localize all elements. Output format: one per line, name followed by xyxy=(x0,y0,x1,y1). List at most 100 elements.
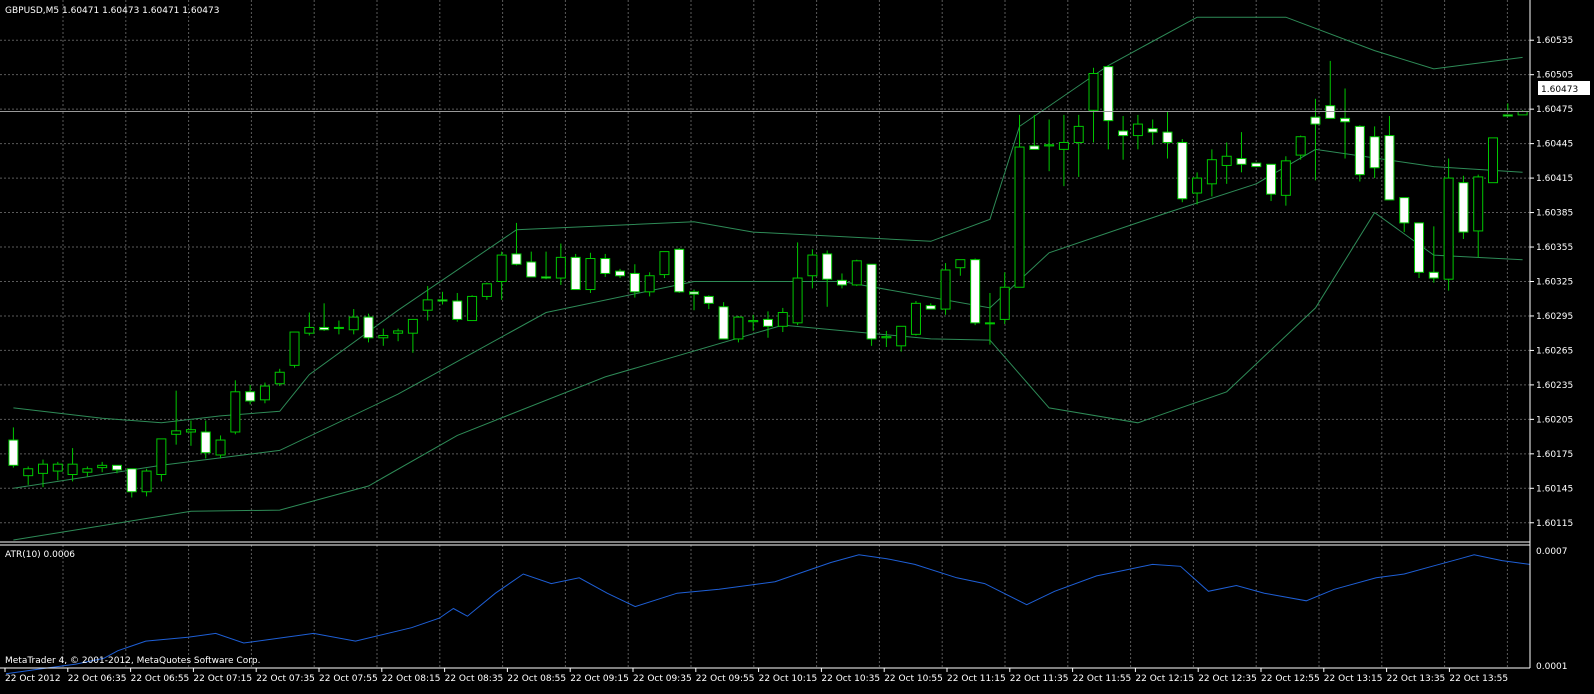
candle-body xyxy=(615,270,626,277)
candle-body xyxy=(763,318,773,327)
time-tick-label: 22 Oct 10:15 xyxy=(759,674,818,684)
candle-body xyxy=(126,468,137,493)
candle-body xyxy=(836,279,847,286)
candle-body xyxy=(555,256,566,279)
time-tick-label: 22 Oct 12:35 xyxy=(1198,674,1257,684)
price-tick-label: 1.60535 xyxy=(1536,36,1573,46)
candle-body xyxy=(1428,271,1439,279)
candle-body xyxy=(822,253,833,280)
time-tick-label: 22 Oct 06:35 xyxy=(68,674,127,684)
candle-body xyxy=(999,286,1010,320)
candle-body xyxy=(910,302,921,335)
atr-tick-label: 0.0007 xyxy=(1536,547,1568,557)
candle-body xyxy=(67,463,78,476)
candle-body xyxy=(792,277,803,324)
candle-body xyxy=(304,326,315,334)
candle-body xyxy=(1473,176,1484,232)
time-tick-label: 22 Oct 10:55 xyxy=(884,674,943,684)
atr-title: ATR(10) 0.0006 xyxy=(5,550,75,560)
copyright-text: MetaTrader 4, © 2001-2012, MetaQuotes So… xyxy=(5,656,261,666)
candle-body xyxy=(984,322,995,325)
candle-body xyxy=(1443,177,1454,280)
candle-body xyxy=(585,258,596,291)
time-tick-label: 22 Oct 09:15 xyxy=(570,674,629,684)
candle-body xyxy=(8,439,19,466)
candle-body xyxy=(733,316,744,340)
candle-body xyxy=(1192,177,1203,194)
candle-body xyxy=(1221,155,1232,166)
price-tick-label: 1.60235 xyxy=(1536,381,1573,391)
candle-body xyxy=(1384,135,1395,201)
candle-body xyxy=(230,391,241,433)
time-tick-label: 22 Oct 11:15 xyxy=(947,674,1006,684)
time-tick-label: 22 Oct 12:55 xyxy=(1261,674,1320,684)
candle-body xyxy=(1118,130,1129,137)
candle-body xyxy=(1369,136,1380,169)
candle-body xyxy=(659,251,670,276)
candle-body xyxy=(319,326,330,331)
price-tick-label: 1.60145 xyxy=(1536,484,1573,494)
candle-body xyxy=(23,468,34,477)
candle-body xyxy=(1177,141,1188,200)
candle-body xyxy=(866,263,877,340)
symbol-title: GBPUSD,M5 1.60471 1.60473 1.60471 1.6047… xyxy=(5,6,219,16)
candle-body xyxy=(363,316,374,339)
candle-body xyxy=(1399,197,1410,224)
candle-body xyxy=(407,318,418,334)
candle-body xyxy=(526,261,537,278)
candle-body xyxy=(422,299,433,311)
candle-body xyxy=(185,429,196,433)
time-tick-label: 22 Oct 07:55 xyxy=(319,674,378,684)
price-tick-label: 1.60205 xyxy=(1536,415,1573,425)
candle-body xyxy=(940,269,951,310)
price-tick-label: 1.60475 xyxy=(1536,105,1573,115)
time-tick-label: 22 Oct 07:15 xyxy=(193,674,252,684)
candle-body xyxy=(970,259,981,324)
time-tick-label: 22 Oct 06:55 xyxy=(131,674,190,684)
candle-body xyxy=(1073,125,1084,143)
price-tick-label: 1.60415 xyxy=(1536,174,1573,184)
candle-body xyxy=(348,316,359,331)
candle-body xyxy=(629,272,640,293)
time-tick-label: 22 Oct 13:55 xyxy=(1449,674,1508,684)
candle-body xyxy=(1147,128,1158,133)
time-tick-label: 22 Oct 08:15 xyxy=(382,674,441,684)
candle-body xyxy=(718,306,729,340)
candle-body xyxy=(1029,145,1040,150)
candle-body xyxy=(111,464,122,471)
candle-body xyxy=(481,283,492,297)
candle-body xyxy=(1088,73,1099,111)
candle-body xyxy=(851,260,862,286)
candle-body xyxy=(674,248,685,293)
current-price-label: 1.60473 xyxy=(1541,85,1578,95)
candle-body xyxy=(393,330,404,334)
candle-body xyxy=(644,275,655,293)
candle-body xyxy=(1058,141,1069,150)
candle-body xyxy=(141,470,152,493)
metatrader-chart[interactable]: 1.60535 1.60505 1.60475 1.60445 1.60415 1.603… xyxy=(0,0,1594,694)
candle-body xyxy=(259,385,270,401)
candle-body xyxy=(807,254,818,277)
candle-body xyxy=(1340,117,1351,123)
chart-background xyxy=(0,0,1594,694)
candle-body xyxy=(1162,131,1173,143)
price-tick-label: 1.60295 xyxy=(1536,312,1573,322)
candle-body xyxy=(1044,144,1055,147)
time-tick-label: 22 Oct 09:55 xyxy=(696,674,755,684)
candle-body xyxy=(1280,160,1291,196)
candle-body xyxy=(881,336,892,339)
candle-body xyxy=(156,438,167,476)
time-tick-label: 22 Oct 08:35 xyxy=(445,674,504,684)
candle-body xyxy=(378,334,389,339)
candle-body xyxy=(52,463,63,472)
candle-body xyxy=(689,291,700,295)
candle-body xyxy=(1414,222,1425,273)
candle-body xyxy=(1517,110,1528,116)
candle-body xyxy=(215,439,226,456)
atr-tick-label: 0.0001 xyxy=(1536,662,1568,672)
candle-body xyxy=(1103,66,1114,122)
candle-body xyxy=(1014,146,1025,288)
candle-body xyxy=(896,325,907,347)
candle-body xyxy=(1458,182,1469,233)
candle-body xyxy=(1310,116,1321,125)
